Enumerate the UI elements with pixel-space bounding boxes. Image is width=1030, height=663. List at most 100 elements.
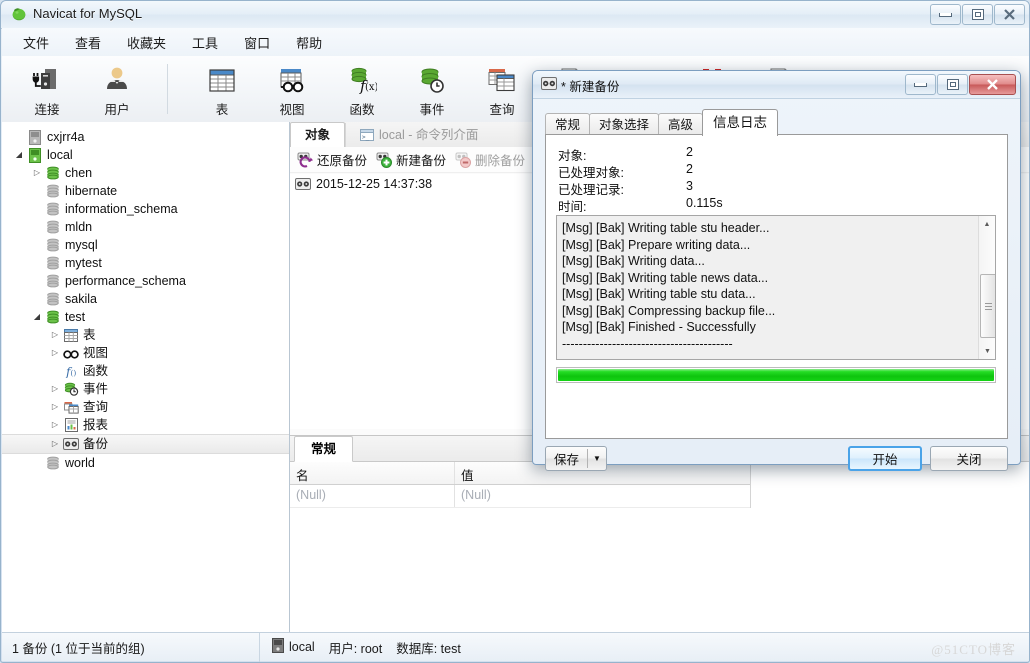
dialog-window-controls xyxy=(904,74,1016,95)
tab-general[interactable]: 常规 xyxy=(294,436,354,462)
log-line: [Msg] [Bak] Writing data... xyxy=(562,254,705,268)
tree-item-test[interactable]: ◢ test xyxy=(2,308,289,326)
tree-item-mysql[interactable]: mysql xyxy=(2,236,289,254)
chevron-right-icon[interactable]: ▷ xyxy=(48,326,62,344)
chevron-right-icon[interactable]: ▷ xyxy=(48,344,62,362)
log-line: [Msg] [Bak] Writing table stu header... xyxy=(562,221,770,235)
restore-backup-button[interactable]: 还原备份 xyxy=(294,148,373,171)
table-row[interactable]: (Null) (Null) xyxy=(290,485,750,508)
toolbar-function[interactable]: f (x) 函数 xyxy=(327,56,397,122)
new-backup-icon xyxy=(376,152,393,168)
menu-tools[interactable]: 工具 xyxy=(179,29,231,56)
toolbar-user[interactable]: 用户 xyxy=(82,56,152,122)
dialog-info-log-page: 对象: 2 已处理对象: 2 已处理记录: 3 时间: 0.115s [Msg]… xyxy=(545,134,1008,439)
toolbar-query-label: 查询 xyxy=(489,103,515,117)
scrollbar-grip-icon xyxy=(985,301,992,312)
tree-item-mytest[interactable]: mytest xyxy=(2,254,289,272)
toolbar-query[interactable]: 查询 xyxy=(467,56,537,122)
summary-row-objects: 对象: 2 xyxy=(558,145,1007,163)
backup-icon xyxy=(62,438,80,450)
maximize-button[interactable] xyxy=(962,4,993,25)
tree-item-事件[interactable]: ▷ 事件 xyxy=(2,380,289,398)
scroll-up-arrow-icon[interactable]: ▲ xyxy=(979,216,995,232)
tree-item-mldn[interactable]: mldn xyxy=(2,218,289,236)
dialog-maximize-button[interactable] xyxy=(937,74,968,95)
start-button[interactable]: 开始 xyxy=(848,446,922,471)
close-button[interactable] xyxy=(994,4,1025,25)
scroll-down-arrow-icon[interactable]: ▼ xyxy=(979,343,995,359)
status-user: 用户: root xyxy=(328,641,383,656)
dialog-close-button[interactable] xyxy=(969,74,1016,95)
save-button[interactable]: 保存 ▼ xyxy=(545,446,607,471)
dialog-tab-general[interactable]: 常规 xyxy=(545,113,591,136)
menu-file[interactable]: 文件 xyxy=(10,29,62,56)
table-icon xyxy=(207,62,237,98)
db-icon-gray xyxy=(44,292,62,306)
delete-backup-button[interactable]: 删除备份 xyxy=(452,148,531,171)
main-titlebar: Navicat for MySQL xyxy=(1,1,1029,29)
tree-item-label: cxjrr4a xyxy=(47,130,85,144)
tab-console[interactable]: >_ local - 命令列介面 xyxy=(345,123,492,147)
report-icon xyxy=(62,418,80,432)
menu-view[interactable]: 查看 xyxy=(62,29,114,56)
tree-item-视图[interactable]: ▷ 视图 xyxy=(2,344,289,362)
summary-row-processed-records: 已处理记录: 3 xyxy=(558,179,1007,197)
menu-help[interactable]: 帮助 xyxy=(283,29,335,56)
minimize-button[interactable] xyxy=(930,4,961,25)
summary-value-processed-records: 3 xyxy=(686,179,693,193)
chevron-right-icon[interactable]: ▷ xyxy=(48,416,62,434)
tree-item-world[interactable]: world xyxy=(2,454,289,472)
event-icon xyxy=(62,382,80,396)
console-icon: >_ xyxy=(360,129,375,141)
toolbar-connection[interactable]: 连接 xyxy=(12,56,82,122)
dialog-minimize-button[interactable] xyxy=(905,74,936,95)
tree-item-performance_schema[interactable]: performance_schema xyxy=(2,272,289,290)
dialog-tab-info-log[interactable]: 信息日志 xyxy=(702,109,779,136)
scrollbar-thumb[interactable] xyxy=(980,274,995,338)
database-tree[interactable]: cxjrr4a ◢ local ▷ chen hibernate information_s… xyxy=(2,122,290,633)
view-icon xyxy=(62,348,80,359)
log-line: [Msg] [Bak] Finished - Successfully xyxy=(562,320,756,334)
function-icon: f() xyxy=(62,364,80,378)
tree-item-cxjrr4a[interactable]: cxjrr4a xyxy=(2,128,289,146)
menu-window[interactable]: 窗口 xyxy=(231,29,283,56)
tree-item-local[interactable]: ◢ local xyxy=(2,146,289,164)
chevron-down-icon[interactable]: ◢ xyxy=(30,308,44,326)
progress-bar-fill xyxy=(558,369,994,381)
status-database: 数据库: test xyxy=(396,641,461,656)
chevron-right-icon[interactable]: ▷ xyxy=(30,164,44,182)
log-scrollbar[interactable]: ▲ ▼ xyxy=(978,216,995,359)
close-dialog-button[interactable]: 关闭 xyxy=(930,446,1008,471)
tree-item-报表[interactable]: ▷ 报表 xyxy=(2,416,289,434)
tree-item-函数[interactable]: f() 函数 xyxy=(2,362,289,380)
chevron-right-icon[interactable]: ▷ xyxy=(48,380,62,398)
db-icon-gray xyxy=(44,238,62,252)
db-icon-gray xyxy=(44,184,62,198)
dialog-tab-advanced[interactable]: 高级 xyxy=(658,113,704,136)
tree-item-表[interactable]: ▷ 表 xyxy=(2,326,289,344)
tree-item-information_schema[interactable]: information_schema xyxy=(2,200,289,218)
chevron-down-icon[interactable]: ◢ xyxy=(12,146,26,164)
tree-item-chen[interactable]: ▷ chen xyxy=(2,164,289,182)
chevron-right-icon[interactable]: ▷ xyxy=(48,398,62,416)
new-backup-button[interactable]: 新建备份 xyxy=(373,148,452,171)
tree-item-备份[interactable]: ▷ 备份 xyxy=(2,434,289,454)
log-output[interactable]: [Msg] [Bak] Writing table stu header... [… xyxy=(556,215,996,360)
toolbar-event[interactable]: 事件 xyxy=(397,56,467,122)
tree-item-label: 报表 xyxy=(83,418,109,432)
tree-item-查询[interactable]: ▷ 查询 xyxy=(2,398,289,416)
log-line: [Msg] [Bak] Writing table news data... xyxy=(562,270,769,285)
menu-favorites[interactable]: 收藏夹 xyxy=(114,29,179,56)
summary-value-processed-objects: 2 xyxy=(686,162,693,176)
tree-item-hibernate[interactable]: hibernate xyxy=(2,182,289,200)
toolbar-table[interactable]: 表 xyxy=(187,56,257,122)
chevron-down-icon[interactable]: ▼ xyxy=(588,454,606,463)
chevron-right-icon[interactable]: ▷ xyxy=(48,435,62,453)
status-bar: 1 备份 (1 位于当前的组) local 用户: root 数据库: test… xyxy=(2,632,1029,662)
dialog-tab-bar: 常规 对象选择 高级 信息日志 xyxy=(545,109,779,136)
tree-item-sakila[interactable]: sakila xyxy=(2,290,289,308)
dialog-tab-object-select[interactable]: 对象选择 xyxy=(589,113,660,136)
tab-objects[interactable]: 对象 xyxy=(290,122,346,148)
toolbar-view[interactable]: 视图 xyxy=(257,56,327,122)
menu-bar: 文件 查看 收藏夹 工具 窗口 帮助 xyxy=(2,28,1029,57)
